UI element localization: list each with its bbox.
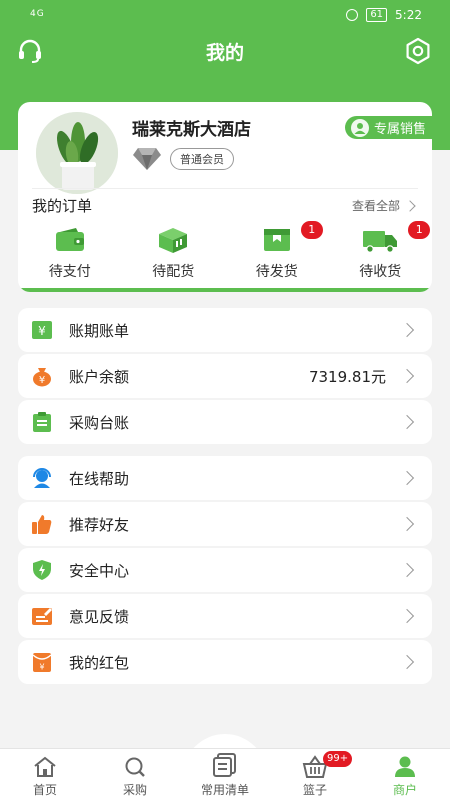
package-icon — [263, 229, 290, 251]
profile-card: 瑞莱克斯大酒店 普通会员 专属销售 我的订单 查看全部 待支付 待配货 1 待发… — [18, 102, 432, 292]
home-icon — [34, 756, 56, 777]
clipboard-icon — [33, 412, 51, 432]
order-pending-allocation-label: 待配货 — [152, 264, 195, 280]
chevron-right-icon — [404, 199, 416, 212]
member-level-badge: 普通会员 — [170, 148, 234, 170]
chevron-right-icon — [399, 470, 415, 486]
menu-item-online-help[interactable]: 在线帮助 — [18, 456, 432, 500]
money-bag-icon: ¥ — [33, 368, 51, 387]
order-status-row: 待支付 待配货 1 待发货 1 待收货 — [18, 221, 433, 286]
chevron-right-icon — [399, 414, 415, 430]
box-icon — [159, 228, 188, 253]
svg-text:¥: ¥ — [39, 375, 45, 386]
menu-item-security-center[interactable]: 安全中心 — [18, 548, 432, 592]
bottom-tab-bar: 首页 采购 常用清单 99+ 篮子 商户 — [0, 748, 450, 800]
chevron-right-icon — [399, 516, 415, 532]
menu-item-purchase-ledger[interactable]: 采购台账 — [18, 400, 432, 444]
order-pending-shipment-label: 待发货 — [255, 264, 298, 280]
order-pending-payment-label: 待支付 — [48, 264, 91, 280]
tab-purchase[interactable]: 采购 — [90, 749, 180, 800]
battery-indicator: 61 — [366, 8, 388, 22]
thumbs-up-icon — [32, 515, 52, 534]
view-all-label: 查看全部 — [351, 199, 400, 213]
order-pending-shipment[interactable]: 1 待发货 — [225, 221, 329, 286]
feedback-icon — [32, 608, 52, 625]
shipment-count-badge: 1 — [300, 221, 323, 239]
red-envelope-icon: ¥ — [32, 653, 52, 672]
chevron-right-icon — [399, 368, 415, 384]
tab-frequent-list[interactable]: 常用清单 — [180, 749, 270, 800]
account-balance-value: 7319.81元 — [308, 368, 386, 386]
person-icon — [350, 118, 369, 137]
chevron-right-icon — [399, 562, 415, 578]
order-pending-payment[interactable]: 待支付 — [18, 222, 122, 286]
bill-icon: ¥ — [32, 321, 52, 339]
chevron-right-icon — [399, 322, 415, 338]
menu-item-feedback[interactable]: 意见反馈 — [18, 594, 432, 638]
clock: 5:22 — [395, 8, 422, 22]
receipt-count-badge: 1 — [408, 221, 431, 239]
menu-label: 我的红包 — [69, 654, 130, 672]
shield-icon — [33, 560, 51, 580]
menu-item-credit-bill[interactable]: ¥ 账期账单 — [18, 308, 432, 352]
svg-text:¥: ¥ — [39, 663, 44, 672]
orders-title: 我的订单 — [32, 197, 93, 215]
signal-indicator: 4G — [30, 9, 45, 19]
card-accent-line — [18, 288, 432, 292]
sales-rep-button[interactable]: 专属销售 — [344, 116, 432, 139]
menu-label: 安全中心 — [69, 562, 130, 580]
tab-merchant[interactable]: 商户 — [360, 749, 450, 800]
user-icon — [395, 756, 415, 777]
order-pending-allocation[interactable]: 待配货 — [122, 222, 226, 286]
search-icon — [125, 757, 145, 777]
menu-label: 意见反馈 — [69, 608, 130, 626]
headset-icon — [33, 468, 51, 488]
tab-label: 常用清单 — [200, 783, 249, 797]
svg-text:¥: ¥ — [38, 324, 46, 338]
menu-label: 采购台账 — [69, 414, 130, 432]
basket-count-badge: 99+ — [323, 751, 353, 767]
diamond-icon — [133, 148, 161, 170]
menu-item-refer-friend[interactable]: 推荐好友 — [18, 502, 432, 546]
menu-label: 推荐好友 — [69, 516, 130, 534]
wallet-icon — [55, 228, 84, 251]
gear-icon[interactable] — [404, 37, 432, 65]
truck-icon — [363, 231, 398, 253]
order-pending-receipt[interactable]: 1 待收货 — [329, 221, 433, 286]
avatar[interactable] — [36, 112, 118, 194]
view-all-orders-link[interactable]: 查看全部 — [351, 197, 416, 214]
divider — [32, 188, 418, 189]
title-bar: 我的 — [0, 32, 450, 68]
tab-label: 采购 — [122, 783, 147, 797]
store-name: 瑞莱克斯大酒店 — [132, 120, 251, 140]
tab-home[interactable]: 首页 — [0, 749, 90, 800]
menu-label: 在线帮助 — [69, 470, 130, 488]
sales-rep-label: 专属销售 — [373, 122, 426, 137]
menu-item-account-balance[interactable]: ¥ 账户余额 7319.81元 — [18, 354, 432, 398]
tab-label: 商户 — [392, 783, 417, 797]
list-icon — [213, 753, 236, 777]
menu-label: 账户余额 — [69, 368, 130, 386]
menu-item-red-envelope[interactable]: ¥ 我的红包 — [18, 640, 432, 684]
chevron-right-icon — [399, 608, 415, 624]
menu-label: 账期账单 — [69, 322, 130, 340]
page-title: 我的 — [205, 42, 244, 64]
chevron-right-icon — [399, 654, 415, 670]
tab-label: 首页 — [32, 783, 57, 797]
tab-basket[interactable]: 99+ 篮子 — [270, 749, 360, 800]
tab-label: 篮子 — [302, 783, 327, 797]
order-pending-receipt-label: 待收货 — [359, 264, 402, 280]
plant-avatar-image — [36, 112, 118, 194]
alarm-icon — [346, 9, 359, 21]
status-bar: 4G 61 5:22 — [0, 0, 450, 32]
